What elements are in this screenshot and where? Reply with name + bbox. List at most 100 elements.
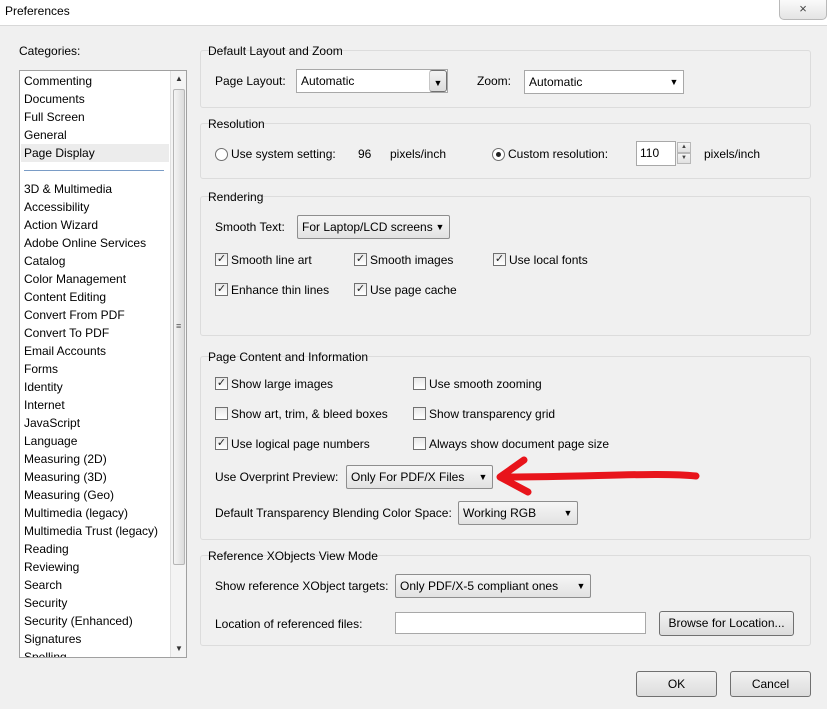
check-icon: ✓	[355, 283, 366, 295]
category-item[interactable]: Action Wizard	[24, 216, 98, 234]
scroll-down-icon[interactable]: ▼	[171, 641, 186, 657]
browse-location-button[interactable]: Browse for Location...	[659, 611, 794, 636]
category-item[interactable]: Multimedia Trust (legacy)	[24, 522, 158, 540]
category-item[interactable]: Commenting	[24, 72, 92, 90]
enhance-thin-lines-checkbox[interactable]: ✓	[215, 283, 228, 296]
category-item[interactable]: Reviewing	[24, 558, 79, 576]
layout-zoom-title: Default Layout and Zoom	[208, 44, 343, 58]
category-item[interactable]: Internet	[24, 396, 65, 414]
category-item[interactable]: Multimedia (legacy)	[24, 504, 128, 522]
show-large-images-checkbox[interactable]: ✓	[215, 377, 228, 390]
category-item[interactable]: Reading	[24, 540, 69, 558]
use-local-fonts-label: Use local fonts	[509, 253, 588, 267]
dropdown-arrow-icon: ▼	[563, 508, 573, 518]
custom-resolution-unit: pixels/inch	[704, 147, 761, 161]
overprint-preview-dropdown[interactable]: Only For PDF/X Files ▼	[346, 465, 493, 489]
use-smooth-zooming-checkbox[interactable]	[413, 377, 426, 390]
category-item[interactable]: General	[24, 126, 67, 144]
check-icon: ✓	[216, 377, 227, 389]
custom-resolution-value: 110	[640, 146, 660, 160]
dropdown-arrow-icon: ▼	[669, 77, 679, 87]
window-title: Preferences	[5, 4, 70, 18]
show-transparency-grid-checkbox[interactable]	[413, 407, 426, 420]
use-logical-page-numbers-label: Use logical page numbers	[231, 437, 370, 451]
ok-button[interactable]: OK	[636, 671, 717, 697]
category-item[interactable]: Full Screen	[24, 108, 85, 126]
system-resolution-value: 96	[358, 147, 372, 161]
smooth-text-dropdown[interactable]: For Laptop/LCD screens ▼	[297, 215, 450, 239]
custom-resolution-input[interactable]: 110	[636, 141, 676, 166]
system-setting-radio[interactable]	[215, 148, 228, 161]
category-item[interactable]: Signatures	[24, 630, 81, 648]
show-xobject-targets-label: Show reference XObject targets:	[215, 579, 389, 593]
categories-label: Categories:	[19, 44, 81, 58]
blending-color-space-value: Working RGB	[463, 506, 537, 520]
smooth-images-label: Smooth images	[370, 253, 454, 267]
cancel-button[interactable]: Cancel	[730, 671, 811, 697]
category-item[interactable]: Measuring (3D)	[24, 468, 107, 486]
use-page-cache-label: Use page cache	[370, 283, 457, 297]
smooth-line-art-label: Smooth line art	[231, 253, 312, 267]
category-item[interactable]: Language	[24, 432, 77, 450]
categories-scrollbar[interactable]: ▲ ≡ ▼	[170, 71, 186, 657]
page-layout-value: Automatic	[301, 74, 355, 88]
smooth-text-label: Smooth Text:	[215, 220, 285, 234]
category-item[interactable]: Accessibility	[24, 198, 89, 216]
show-large-images-label: Show large images	[231, 377, 334, 391]
show-xobject-targets-dropdown[interactable]: Only PDF/X-5 compliant ones ▼	[395, 574, 591, 598]
check-icon: ✓	[355, 253, 366, 265]
use-logical-page-numbers-checkbox[interactable]: ✓	[215, 437, 228, 450]
category-item[interactable]: Security	[24, 594, 67, 612]
blending-color-space-label: Default Transparency Blending Color Spac…	[215, 506, 452, 520]
custom-resolution-radio[interactable]	[492, 148, 505, 161]
category-item[interactable]: Catalog	[24, 252, 65, 270]
category-item[interactable]: Email Accounts	[24, 342, 106, 360]
blending-color-space-dropdown[interactable]: Working RGB ▼	[458, 501, 578, 525]
close-icon: ×	[799, 1, 807, 16]
category-item[interactable]: Convert From PDF	[24, 306, 125, 324]
smooth-line-art-checkbox[interactable]: ✓	[215, 253, 228, 266]
zoom-dropdown[interactable]: Automatic ▼	[524, 70, 684, 94]
page-layout-dropdown[interactable]: Automatic ▼	[296, 69, 448, 93]
categories-list[interactable]: Commenting Documents Full Screen General Pag…	[19, 70, 187, 658]
category-item[interactable]: Adobe Online Services	[24, 234, 146, 252]
category-item[interactable]: Documents	[24, 90, 85, 108]
always-show-page-size-checkbox[interactable]	[413, 437, 426, 450]
title-bar: Preferences ×	[0, 0, 827, 26]
category-item[interactable]: Measuring (Geo)	[24, 486, 114, 504]
category-item[interactable]: Security (Enhanced)	[24, 612, 133, 630]
category-item[interactable]: Search	[24, 576, 62, 594]
category-item[interactable]: Content Editing	[24, 288, 106, 306]
check-icon: ✓	[216, 283, 227, 295]
category-item[interactable]: JavaScript	[24, 414, 80, 432]
smooth-text-value: For Laptop/LCD screens	[302, 220, 433, 234]
red-arrow-annotation	[496, 456, 700, 496]
use-page-cache-checkbox[interactable]: ✓	[354, 283, 367, 296]
category-item[interactable]: Color Management	[24, 270, 126, 288]
use-smooth-zooming-label: Use smooth zooming	[429, 377, 542, 391]
scroll-thumb[interactable]: ≡	[173, 89, 185, 565]
overprint-preview-label: Use Overprint Preview:	[215, 470, 339, 484]
custom-resolution-label: Custom resolution:	[508, 147, 609, 161]
spin-up-icon[interactable]: ▲	[677, 142, 691, 153]
show-art-trim-label: Show art, trim, & bleed boxes	[231, 407, 388, 421]
use-local-fonts-checkbox[interactable]: ✓	[493, 253, 506, 266]
smooth-images-checkbox[interactable]: ✓	[354, 253, 367, 266]
zoom-label: Zoom:	[477, 74, 512, 88]
category-item[interactable]: Convert To PDF	[24, 324, 109, 342]
category-item[interactable]: Forms	[24, 360, 58, 378]
close-button[interactable]: ×	[779, 0, 827, 20]
dropdown-arrow-icon: ▼	[429, 70, 447, 92]
category-item[interactable]: Identity	[24, 378, 63, 396]
scroll-up-icon[interactable]: ▲	[171, 71, 186, 87]
category-item[interactable]: Spelling	[24, 648, 67, 657]
spin-down-icon[interactable]: ▼	[677, 153, 691, 164]
category-item[interactable]: Page Display	[21, 144, 169, 162]
check-icon: ✓	[216, 253, 227, 265]
location-input[interactable]	[395, 612, 646, 634]
show-art-trim-checkbox[interactable]	[215, 407, 228, 420]
category-item[interactable]: Measuring (2D)	[24, 450, 107, 468]
check-icon: ✓	[494, 253, 505, 265]
category-item[interactable]: 3D & Multimedia	[24, 180, 112, 198]
dropdown-arrow-icon: ▼	[435, 222, 445, 232]
